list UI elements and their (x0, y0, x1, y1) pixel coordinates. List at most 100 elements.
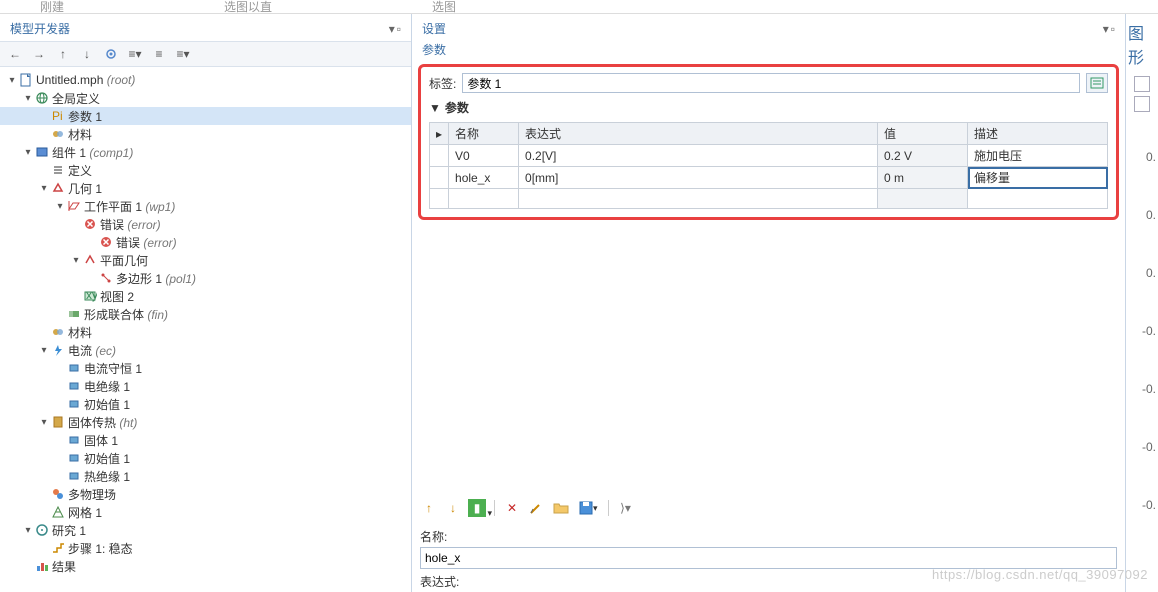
tree-item[interactable]: 形成联合体 (fin) (0, 305, 411, 323)
table-corner[interactable]: ▸ (430, 123, 449, 145)
tree-twisty-icon[interactable]: ▾ (54, 201, 66, 212)
tree-twisty-icon[interactable]: ▾ (38, 345, 50, 356)
menu-item[interactable]: 选图 (432, 0, 456, 15)
nav-up-icon[interactable]: ↑ (54, 45, 72, 63)
bc-icon (66, 450, 82, 466)
label-input[interactable] (462, 73, 1080, 93)
tree-item[interactable]: 网格 1 (0, 503, 411, 521)
insert-icon[interactable]: ▮▾ (468, 499, 486, 517)
expand-icon[interactable]: ≡ (150, 45, 168, 63)
table-empty-row[interactable] (430, 189, 1108, 209)
tree-item[interactable]: ▾研究 1 (0, 521, 411, 539)
tree-label: 材料 (68, 126, 92, 143)
section-header-parameters[interactable]: ▼ 参数 (429, 99, 1108, 116)
model-tree[interactable]: ▾Untitled.mph (root)▾全局定义Pi参数 1材料▾组件 1 (… (0, 67, 411, 592)
parameters-table[interactable]: ▸ 名称 表达式 值 描述 V00.2[V]0.2 V施加电压hole_x0[m… (429, 122, 1108, 209)
cell-value[interactable]: 0.2 V (878, 145, 968, 167)
tree-item[interactable]: 电流守恒 1 (0, 359, 411, 377)
svg-text:Pi: Pi (52, 109, 63, 123)
table-row[interactable]: hole_x0[mm]0 m偏移量 (430, 167, 1108, 189)
table-row[interactable]: V00.2[V]0.2 V施加电压 (430, 145, 1108, 167)
panel-menu-icon[interactable]: ▾ (389, 22, 395, 36)
material-icon (50, 324, 66, 340)
panel-menu-icon[interactable]: ▾ (1103, 22, 1109, 36)
nav-fwd-icon[interactable]: → (30, 45, 48, 63)
panel-min-icon[interactable]: ▫ (1111, 22, 1115, 36)
th-value[interactable]: 值 (878, 123, 968, 145)
tree-item[interactable]: ▾Untitled.mph (root) (0, 71, 411, 89)
tree-item[interactable]: ▾组件 1 (comp1) (0, 143, 411, 161)
th-desc[interactable]: 描述 (968, 123, 1108, 145)
menu-item[interactable]: 选图以直 (224, 0, 272, 15)
tree-item[interactable]: 初始值 1 (0, 449, 411, 467)
cell-desc[interactable]: 施加电压 (968, 145, 1108, 167)
tree-item[interactable]: 材料 (0, 125, 411, 143)
delete-icon[interactable]: ✕ (503, 498, 521, 518)
tree-item[interactable]: 多物理场 (0, 485, 411, 503)
tree-item[interactable]: ▾几何 1 (0, 179, 411, 197)
tree-item[interactable]: ▾全局定义 (0, 89, 411, 107)
cell-expr[interactable]: 0[mm] (519, 167, 878, 189)
tree-item[interactable]: 结果 (0, 557, 411, 575)
doc-icon (18, 72, 34, 88)
menu-item[interactable]: 刚建 (40, 0, 64, 15)
tree-label: 电绝缘 1 (84, 378, 130, 395)
more-icon[interactable]: ≡▾ (174, 45, 192, 63)
tree-item[interactable]: ▾平面几何 (0, 251, 411, 269)
tree-item[interactable]: 定义 (0, 161, 411, 179)
grid-icon[interactable] (1134, 96, 1150, 112)
panel-min-icon[interactable]: ▫ (397, 22, 401, 36)
collapse-icon[interactable]: ≡▾ (126, 45, 144, 63)
name-input[interactable] (420, 547, 1117, 569)
axis-tick: -0. (1142, 440, 1156, 454)
save-icon[interactable]: ▾ (577, 498, 600, 518)
tree-item[interactable]: ▾固体传热 (ht) (0, 413, 411, 431)
clear-icon[interactable] (527, 498, 545, 518)
link-icon[interactable]: ⟩▾ (617, 498, 635, 518)
tree-item[interactable]: 热绝缘 1 (0, 467, 411, 485)
show-icon[interactable] (102, 45, 120, 63)
nav-back-icon[interactable]: ← (6, 45, 24, 63)
cell-value[interactable]: 0 m (878, 167, 968, 189)
move-up-icon[interactable]: ↑ (420, 498, 438, 518)
tree-item[interactable]: 固体 1 (0, 431, 411, 449)
workplane-icon (66, 198, 82, 214)
zoom-icon[interactable] (1134, 76, 1150, 92)
error-icon (98, 234, 114, 250)
th-name[interactable]: 名称 (449, 123, 519, 145)
tree-item[interactable]: 多边形 1 (pol1) (0, 269, 411, 287)
tree-label: 材料 (68, 324, 92, 341)
th-expr[interactable]: 表达式 (519, 123, 878, 145)
tree-twisty-icon[interactable]: ▾ (22, 525, 34, 536)
cell-name[interactable]: hole_x (449, 167, 519, 189)
tree-item[interactable]: ▾电流 (ec) (0, 341, 411, 359)
cell-name[interactable]: V0 (449, 145, 519, 167)
tree-twisty-icon[interactable]: ▾ (38, 417, 50, 428)
tree-item[interactable]: 初始值 1 (0, 395, 411, 413)
cell-desc[interactable]: 偏移量 (968, 167, 1108, 189)
cell-expr[interactable]: 0.2[V] (519, 145, 878, 167)
tree-twisty-icon[interactable]: ▾ (22, 147, 34, 158)
bc-icon (66, 432, 82, 448)
tree-item[interactable]: ▾工作平面 1 (wp1) (0, 197, 411, 215)
tree-twisty-icon[interactable]: ▾ (22, 93, 34, 104)
tree-item[interactable]: 错误 (error) (0, 233, 411, 251)
move-down-icon[interactable]: ↓ (444, 498, 462, 518)
nav-down-icon[interactable]: ↓ (78, 45, 96, 63)
label-action-icon[interactable] (1086, 73, 1108, 93)
tree-item[interactable]: 错误 (error) (0, 215, 411, 233)
model-tree-panel: 模型开发器 ▾▫ ← → ↑ ↓ ≡▾ ≡ ≡▾ ▾Untitled.mph (… (0, 14, 412, 592)
axis-tick: -0. (1142, 382, 1156, 396)
tree-item[interactable]: xy视图 2 (0, 287, 411, 305)
tree-label: 参数 1 (68, 108, 102, 125)
open-folder-icon[interactable] (551, 498, 571, 518)
tree-twisty-icon[interactable]: ▾ (70, 255, 82, 266)
tree-label: 固体 1 (84, 432, 118, 449)
tree-twisty-icon[interactable]: ▾ (6, 75, 18, 86)
tree-label: 多边形 1 (pol1) (116, 270, 196, 287)
tree-item[interactable]: 电绝缘 1 (0, 377, 411, 395)
tree-item[interactable]: Pi 参数 1 (0, 107, 411, 125)
tree-item[interactable]: 材料 (0, 323, 411, 341)
tree-twisty-icon[interactable]: ▾ (38, 183, 50, 194)
tree-item[interactable]: 步骤 1: 稳态 (0, 539, 411, 557)
